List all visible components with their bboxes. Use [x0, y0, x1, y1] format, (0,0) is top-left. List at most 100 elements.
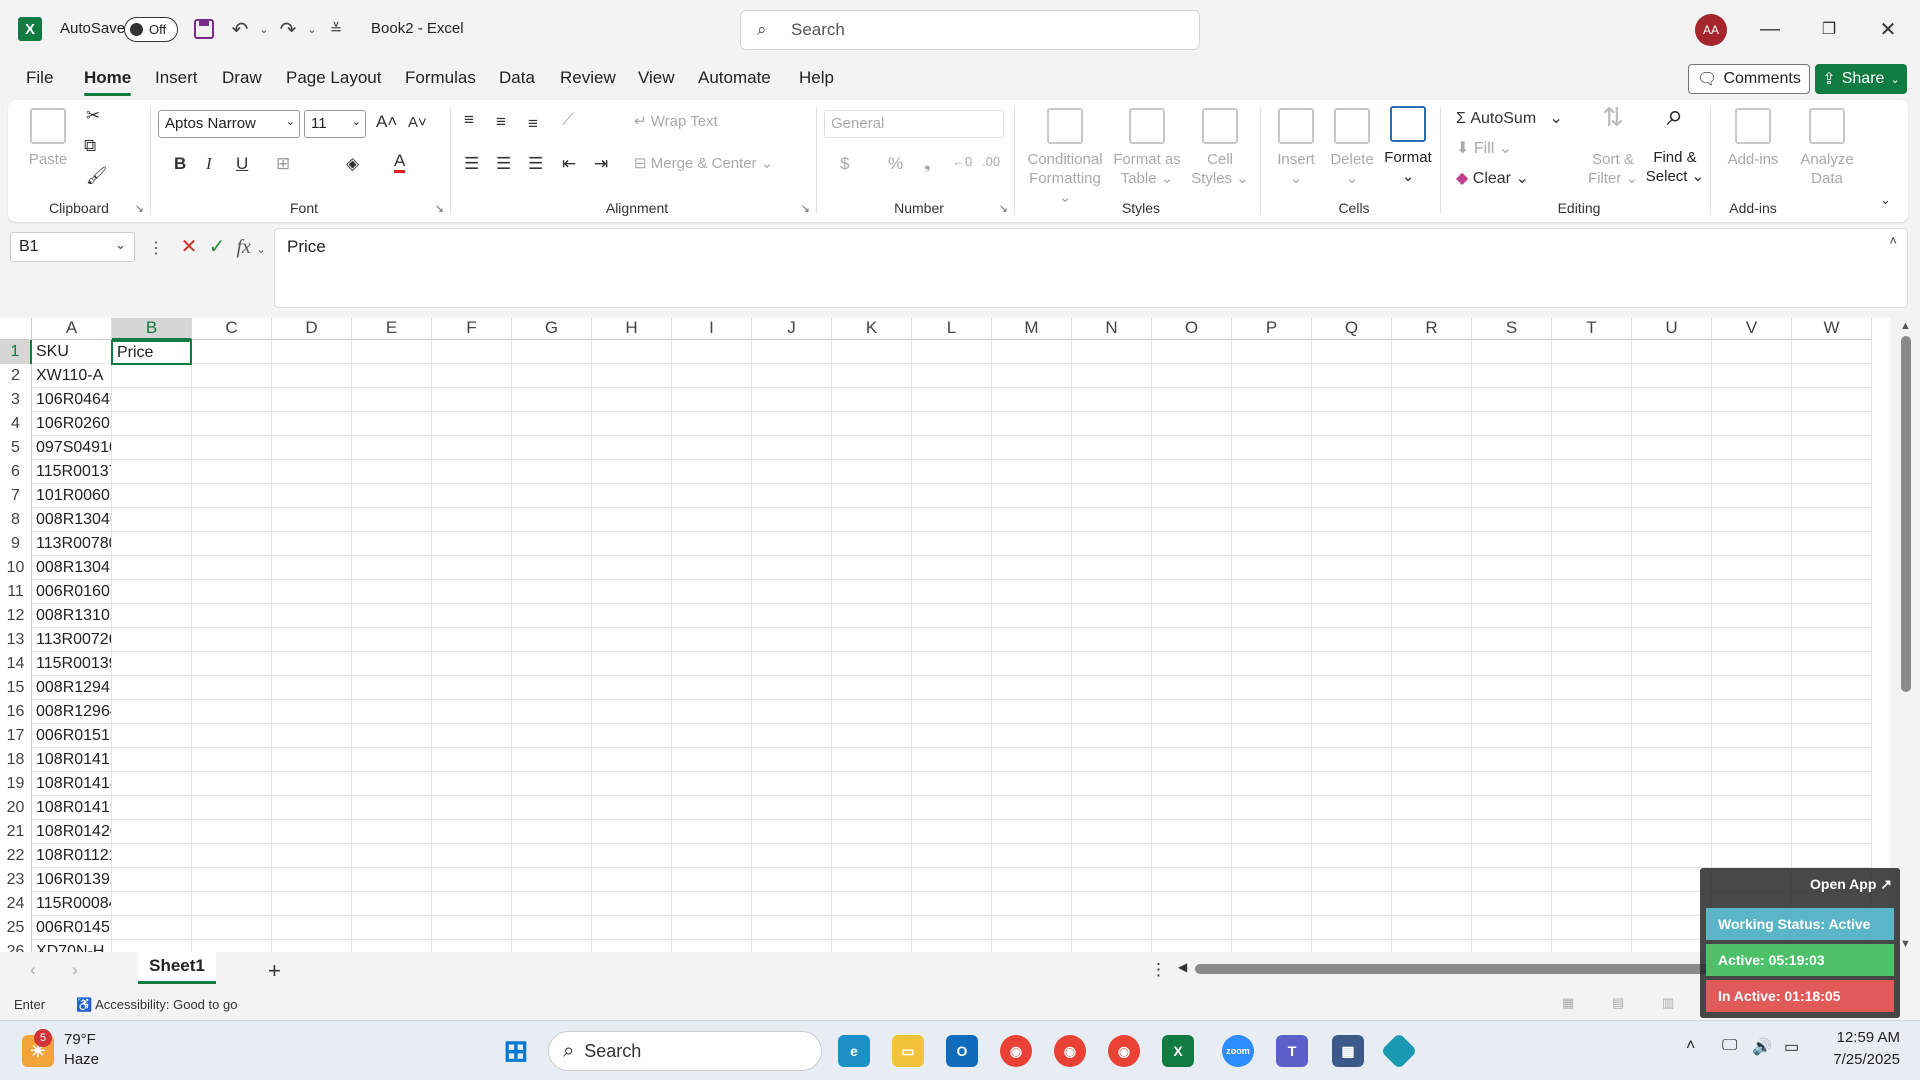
cell-a7[interactable]: 101R00602: [32, 484, 112, 508]
clock-time[interactable]: 12:59 AM: [1820, 1029, 1900, 1046]
autosave-toggle[interactable]: Off: [124, 17, 178, 42]
fill-button[interactable]: ⬇ Fill ⌄: [1456, 138, 1512, 158]
scroll-thumb[interactable]: [1901, 336, 1911, 692]
tab-insert[interactable]: Insert: [155, 68, 198, 88]
sort-filter-button[interactable]: ⇅ Sort & Filter ⌄: [1584, 104, 1642, 188]
accessibility-status[interactable]: ♿ Accessibility: Good to go: [76, 997, 237, 1013]
cell-a21[interactable]: 108R01420: [32, 820, 112, 844]
taskbar-search[interactable]: ⌕ Search: [548, 1031, 822, 1071]
insert-cells-button[interactable]: Insert ⌄: [1268, 108, 1324, 188]
comma-icon[interactable]: ❟: [924, 154, 931, 174]
row-header-5[interactable]: 5: [0, 436, 32, 460]
paste-button[interactable]: Paste: [22, 108, 74, 169]
cell-a20[interactable]: 108R01419: [32, 796, 112, 820]
calculator-icon[interactable]: ▦: [1332, 1035, 1364, 1067]
network-icon[interactable]: 🖵: [1722, 1037, 1737, 1055]
open-app-link[interactable]: Open App ↗: [1810, 876, 1892, 893]
tab-data[interactable]: Data: [499, 68, 535, 88]
column-header-v[interactable]: V: [1712, 318, 1792, 340]
italic-icon[interactable]: I: [206, 154, 212, 174]
tab-review[interactable]: Review: [560, 68, 616, 88]
cell-a19[interactable]: 108R01418: [32, 772, 112, 796]
sheet-tab[interactable]: Sheet1: [138, 952, 216, 984]
cell-a5[interactable]: 097S04910: [32, 436, 112, 460]
column-header-n[interactable]: N: [1072, 318, 1152, 340]
scroll-up-icon[interactable]: ▲: [1900, 320, 1911, 332]
row-header-19[interactable]: 19: [0, 772, 32, 796]
tab-view[interactable]: View: [638, 68, 675, 88]
format-painter-icon[interactable]: 🖌: [86, 166, 108, 186]
scroll-down-icon[interactable]: ▼: [1900, 938, 1911, 950]
conditional-formatting-button[interactable]: Conditional Formatting ⌄: [1022, 108, 1108, 207]
save-icon[interactable]: [190, 15, 218, 43]
cell-a16[interactable]: 008R12964: [32, 700, 112, 724]
column-header-d[interactable]: D: [272, 318, 352, 340]
tab-formulas[interactable]: Formulas: [405, 68, 476, 88]
cell-a25[interactable]: 006R01457: [32, 916, 112, 940]
column-header-c[interactable]: C: [192, 318, 272, 340]
collapse-ribbon-icon[interactable]: ⌄: [1880, 192, 1891, 208]
tab-page-layout[interactable]: Page Layout: [286, 68, 381, 88]
clear-button[interactable]: ◆ Clear ⌄: [1456, 168, 1529, 188]
tab-home[interactable]: Home: [84, 68, 132, 96]
tab-help[interactable]: Help: [799, 68, 834, 88]
cell-a14[interactable]: 115R00139: [32, 652, 112, 676]
name-box[interactable]: B1 ⌄: [10, 232, 135, 262]
comments-button[interactable]: 🗨 Comments: [1688, 64, 1810, 94]
clipboard-launcher-icon[interactable]: ↘: [135, 202, 144, 215]
chrome-icon[interactable]: ◉: [1000, 1035, 1032, 1067]
cut-icon[interactable]: ✂: [86, 106, 100, 126]
add-sheet-icon[interactable]: +: [268, 958, 281, 984]
cell-a23[interactable]: 106R01392: [32, 868, 112, 892]
teams-icon[interactable]: T: [1276, 1035, 1308, 1067]
align-right-icon[interactable]: ☰: [528, 154, 543, 174]
row-header-22[interactable]: 22: [0, 844, 32, 868]
row-header-3[interactable]: 3: [0, 388, 32, 412]
outlook-icon[interactable]: O: [946, 1035, 978, 1067]
cell-a4[interactable]: 106R02602: [32, 412, 112, 436]
wrap-text-button[interactable]: ↵ Wrap Text: [634, 112, 718, 130]
enter-icon[interactable]: ✓: [209, 236, 226, 258]
close-icon[interactable]: ✕: [1873, 14, 1903, 44]
cell-a24[interactable]: 115R00084: [32, 892, 112, 916]
row-header-6[interactable]: 6: [0, 460, 32, 484]
page-layout-view-icon[interactable]: ▤: [1612, 995, 1624, 1011]
excel-taskbar-icon[interactable]: X: [1162, 1035, 1194, 1067]
row-header-8[interactable]: 8: [0, 508, 32, 532]
font-size-select[interactable]: 11 ⌄: [304, 110, 366, 138]
tab-draw[interactable]: Draw: [222, 68, 262, 88]
row-header-1[interactable]: 1: [0, 340, 32, 364]
row-header-12[interactable]: 12: [0, 604, 32, 628]
cell-a3[interactable]: 106R04646: [32, 388, 112, 412]
next-sheet-icon[interactable]: ›: [72, 960, 78, 980]
font-color-icon[interactable]: A: [394, 152, 406, 173]
app-icon[interactable]: [1380, 1032, 1418, 1070]
format-as-table-button[interactable]: Format as Table ⌄: [1110, 108, 1184, 188]
row-header-10[interactable]: 10: [0, 556, 32, 580]
cell-a18[interactable]: 108R01417: [32, 748, 112, 772]
percent-icon[interactable]: %: [888, 154, 903, 174]
cell-a17[interactable]: 006R01513: [32, 724, 112, 748]
chevron-down-icon[interactable]: ⌄: [256, 244, 265, 256]
cancel-icon[interactable]: ✕: [181, 236, 198, 258]
vertical-scrollbar[interactable]: ▲ ▼: [1896, 318, 1916, 952]
search-box[interactable]: ⌕ Search: [740, 10, 1200, 50]
column-header-w[interactable]: W: [1792, 318, 1872, 340]
zoom-icon[interactable]: zoom: [1222, 1035, 1254, 1067]
addins-button[interactable]: Add-ins: [1718, 108, 1788, 169]
column-header-o[interactable]: O: [1152, 318, 1232, 340]
column-header-i[interactable]: I: [672, 318, 752, 340]
number-format-select[interactable]: General: [824, 110, 1004, 138]
row-header-21[interactable]: 21: [0, 820, 32, 844]
copy-icon[interactable]: ⧉: [84, 136, 96, 156]
column-header-u[interactable]: U: [1632, 318, 1712, 340]
row-header-4[interactable]: 4: [0, 412, 32, 436]
windows-start-icon[interactable]: ⊞: [500, 1035, 532, 1068]
decrease-decimal-icon[interactable]: .00: [982, 154, 1000, 169]
row-header-13[interactable]: 13: [0, 628, 32, 652]
align-left-icon[interactable]: ☰: [464, 154, 479, 174]
column-header-r[interactable]: R: [1392, 318, 1472, 340]
column-header-h[interactable]: H: [592, 318, 672, 340]
column-header-m[interactable]: M: [992, 318, 1072, 340]
format-cells-button[interactable]: Format ⌄: [1380, 106, 1436, 186]
